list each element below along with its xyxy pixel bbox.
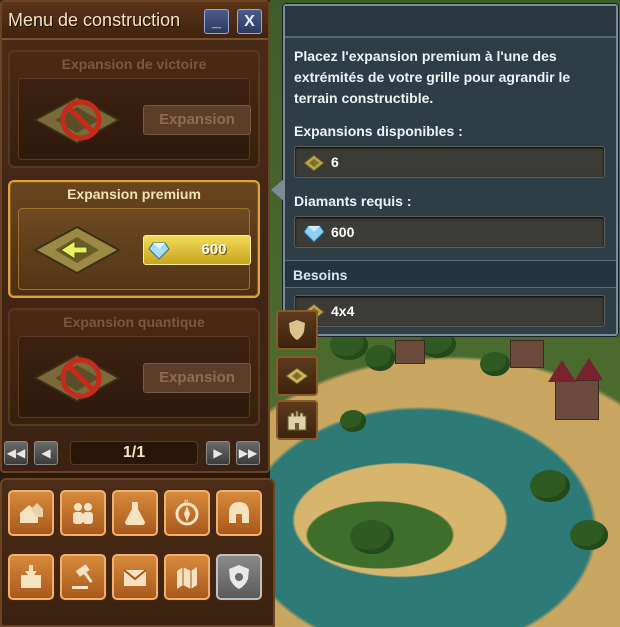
needs-section-header: Besoins [285,260,616,288]
expansion-tooltip: Placez l'expansion premium à l'une des e… [271,4,618,336]
buy-premium-button[interactable]: 600 [143,235,251,265]
needs-header-label: Besoins [293,267,348,283]
diamonds-required-box: 600 [294,216,605,248]
helmet-icon [229,502,249,523]
tree [570,520,608,550]
panel-titlebar[interactable]: Menu de construction _ X [2,2,268,40]
double-chevron-left-icon[interactable]: ◀◀ [4,441,28,465]
building[interactable] [555,380,599,420]
card-body: Expansion [18,336,251,418]
expansion-premium-icon [32,225,122,275]
tooltip-description: Placez l'expansion premium à l'une des e… [294,48,571,106]
diamonds-required-label: Diamants requis : [294,193,412,209]
card-title: Expansion de victoire [61,56,207,72]
card-title: Expansion premium [67,186,201,202]
people-icon [73,503,93,524]
diamond-icon [303,225,325,243]
double-chevron-right-icon[interactable]: ▶▶ [236,441,260,465]
expansion-quantum-button[interactable]: Expansion [143,363,251,393]
chevron-right-icon[interactable]: ▶ [206,441,230,465]
houses-icon [20,503,43,523]
side-tab-partial[interactable] [276,310,318,350]
category-culture-button[interactable] [60,490,106,536]
category-auction-button[interactable] [60,554,106,600]
compass-icon: N [175,499,199,526]
shield-icon [229,565,249,589]
side-tab-expansion[interactable] [276,356,318,396]
available-expansions-value: 6 [331,154,339,170]
card-title: Expansion quantique [63,314,205,330]
envelope-icon [123,569,147,586]
building[interactable] [395,340,425,364]
available-expansions-label: Expansions disponibles : [294,123,463,139]
inventory-icon [21,565,41,588]
category-mail-button[interactable] [112,554,158,600]
expansion-victory-card[interactable]: Expansion de victoire Expansion [8,50,260,168]
tooltip-header [285,6,616,38]
pagination: ◀◀ ◀ 1/1 ▶ ▶▶ [2,439,268,469]
diamonds-required-value: 600 [331,224,355,240]
gavel-icon [72,564,93,589]
close-button[interactable]: X [237,9,262,34]
building-roof [548,360,576,382]
expansion-premium-card[interactable]: Expansion premium 600 [8,180,260,298]
construction-panel: Menu de construction _ X Expansion de vi… [0,0,270,473]
tree [350,520,394,554]
expansion-locked-icon [32,95,122,145]
building[interactable] [510,340,544,368]
chevron-left-icon[interactable]: ◀ [34,441,58,465]
needs-size-box: 4x4 [294,295,605,327]
minimize-button[interactable]: _ [204,9,229,34]
svg-text:N: N [184,499,189,506]
diamond-icon [148,242,170,260]
needs-size-value: 4x4 [331,303,355,319]
category-expansion-button[interactable] [164,554,210,600]
tree [480,352,510,376]
side-tab-castle[interactable] [276,400,318,440]
flask-icon [125,502,145,525]
category-guild-button[interactable] [216,490,262,536]
category-goods-button[interactable] [112,490,158,536]
panel-title: Menu de construction [8,10,181,30]
tooltip-pointer [271,178,285,202]
category-residential-button[interactable] [8,490,54,536]
expansion-tile-icon [303,154,325,172]
available-expansions-box: 6 [294,146,605,178]
tree [365,345,395,371]
expansion-victory-button[interactable]: Expansion [143,105,251,135]
category-toolbar: N [0,478,275,627]
expansion-tile-icon [285,367,309,385]
category-inventory-button[interactable] [8,554,54,600]
tree [530,470,570,502]
page-indicator: 1/1 [70,441,198,465]
premium-price: 600 [201,241,227,258]
tree [340,410,366,432]
castle-icon [287,410,307,431]
card-body: 600 [18,208,251,290]
expansion-quantum-card[interactable]: Expansion quantique Expansion [8,308,260,426]
card-body: Expansion [18,78,251,160]
category-military-button[interactable]: N [164,490,210,536]
expansion-map-icon [177,567,197,589]
building-roof [575,358,603,380]
category-disabled-button[interactable] [216,554,262,600]
expansion-locked-icon [32,353,122,403]
shield-icon [289,320,305,340]
